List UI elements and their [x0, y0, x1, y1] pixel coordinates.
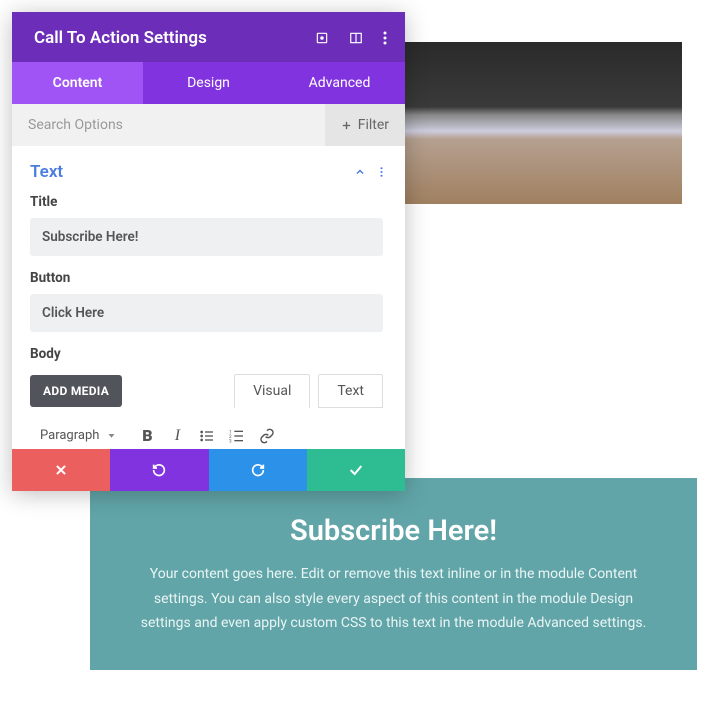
tab-content[interactable]: Content [12, 62, 143, 104]
tab-design[interactable]: Design [143, 62, 274, 104]
columns-icon[interactable] [349, 31, 363, 45]
svg-text:3: 3 [229, 438, 232, 443]
panel-header[interactable]: Call To Action Settings [12, 12, 405, 62]
settings-panel: Call To Action Settings Content Design A… [12, 12, 405, 491]
button-input[interactable] [30, 294, 383, 332]
editor-tab-text[interactable]: Text [318, 374, 383, 408]
add-media-button[interactable]: ADD MEDIA [30, 375, 122, 407]
bold-icon[interactable]: B [138, 427, 156, 445]
redo-button[interactable] [209, 449, 307, 491]
responsive-icon[interactable] [315, 31, 329, 45]
cta-banner: Subscribe Here! Your content goes here. … [90, 478, 697, 670]
cta-heading: Subscribe Here! [130, 514, 657, 548]
cta-body: Your content goes here. Edit or remove t… [130, 562, 657, 636]
filter-label: Filter [358, 117, 389, 133]
editor-tab-visual[interactable]: Visual [234, 374, 310, 408]
more-section-icon[interactable] [380, 163, 383, 182]
undo-button[interactable] [110, 449, 208, 491]
paragraph-select-label: Paragraph [40, 428, 99, 443]
link-icon[interactable] [258, 427, 276, 445]
bullet-list-icon[interactable] [198, 427, 216, 445]
panel-title: Call To Action Settings [34, 28, 207, 48]
tab-advanced[interactable]: Advanced [274, 62, 405, 104]
chevron-up-icon[interactable] [354, 163, 366, 182]
more-icon[interactable] [383, 31, 387, 45]
title-input[interactable] [30, 218, 383, 256]
tabs: Content Design Advanced [12, 62, 405, 104]
title-label: Title [30, 194, 383, 210]
paragraph-select[interactable]: Paragraph [30, 422, 126, 449]
button-label: Button [30, 270, 383, 286]
search-input[interactable] [12, 104, 325, 146]
cancel-button[interactable] [12, 449, 110, 491]
italic-icon[interactable]: I [168, 427, 186, 445]
section-title[interactable]: Text [30, 162, 63, 182]
save-button[interactable] [307, 449, 405, 491]
filter-button[interactable]: Filter [325, 104, 405, 146]
ordered-list-icon[interactable]: 123 [228, 427, 246, 445]
body-label: Body [30, 346, 383, 362]
